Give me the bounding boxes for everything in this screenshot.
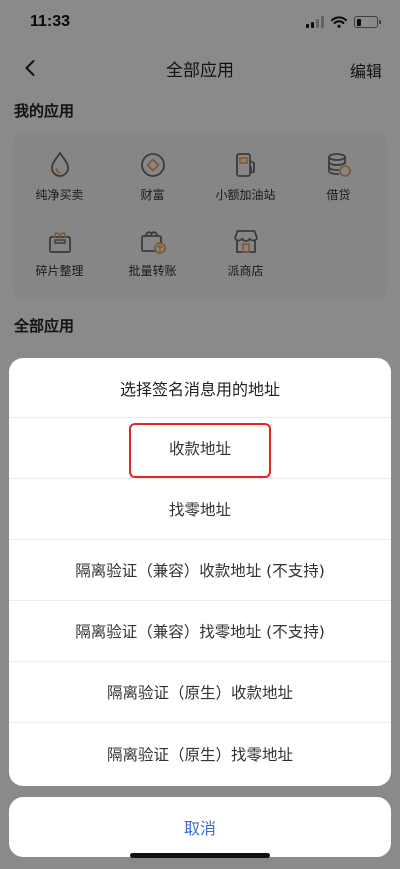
cancel-button[interactable]: 取消	[9, 797, 391, 857]
option-segwit-compat-receive[interactable]: 隔离验证（兼容）收款地址 (不支持)	[9, 540, 391, 601]
sheet-title: 选择签名消息用的地址	[9, 358, 391, 418]
option-segwit-native-change[interactable]: 隔离验证（原生）找零地址	[9, 723, 391, 784]
address-select-sheet: 选择签名消息用的地址 收款地址 找零地址 隔离验证（兼容）收款地址 (不支持) …	[9, 358, 391, 786]
option-segwit-native-receive[interactable]: 隔离验证（原生）收款地址	[9, 662, 391, 723]
option-receive-address[interactable]: 收款地址	[9, 418, 391, 479]
option-change-address[interactable]: 找零地址	[9, 479, 391, 540]
option-segwit-compat-change[interactable]: 隔离验证（兼容）找零地址 (不支持)	[9, 601, 391, 662]
home-indicator	[130, 853, 270, 858]
